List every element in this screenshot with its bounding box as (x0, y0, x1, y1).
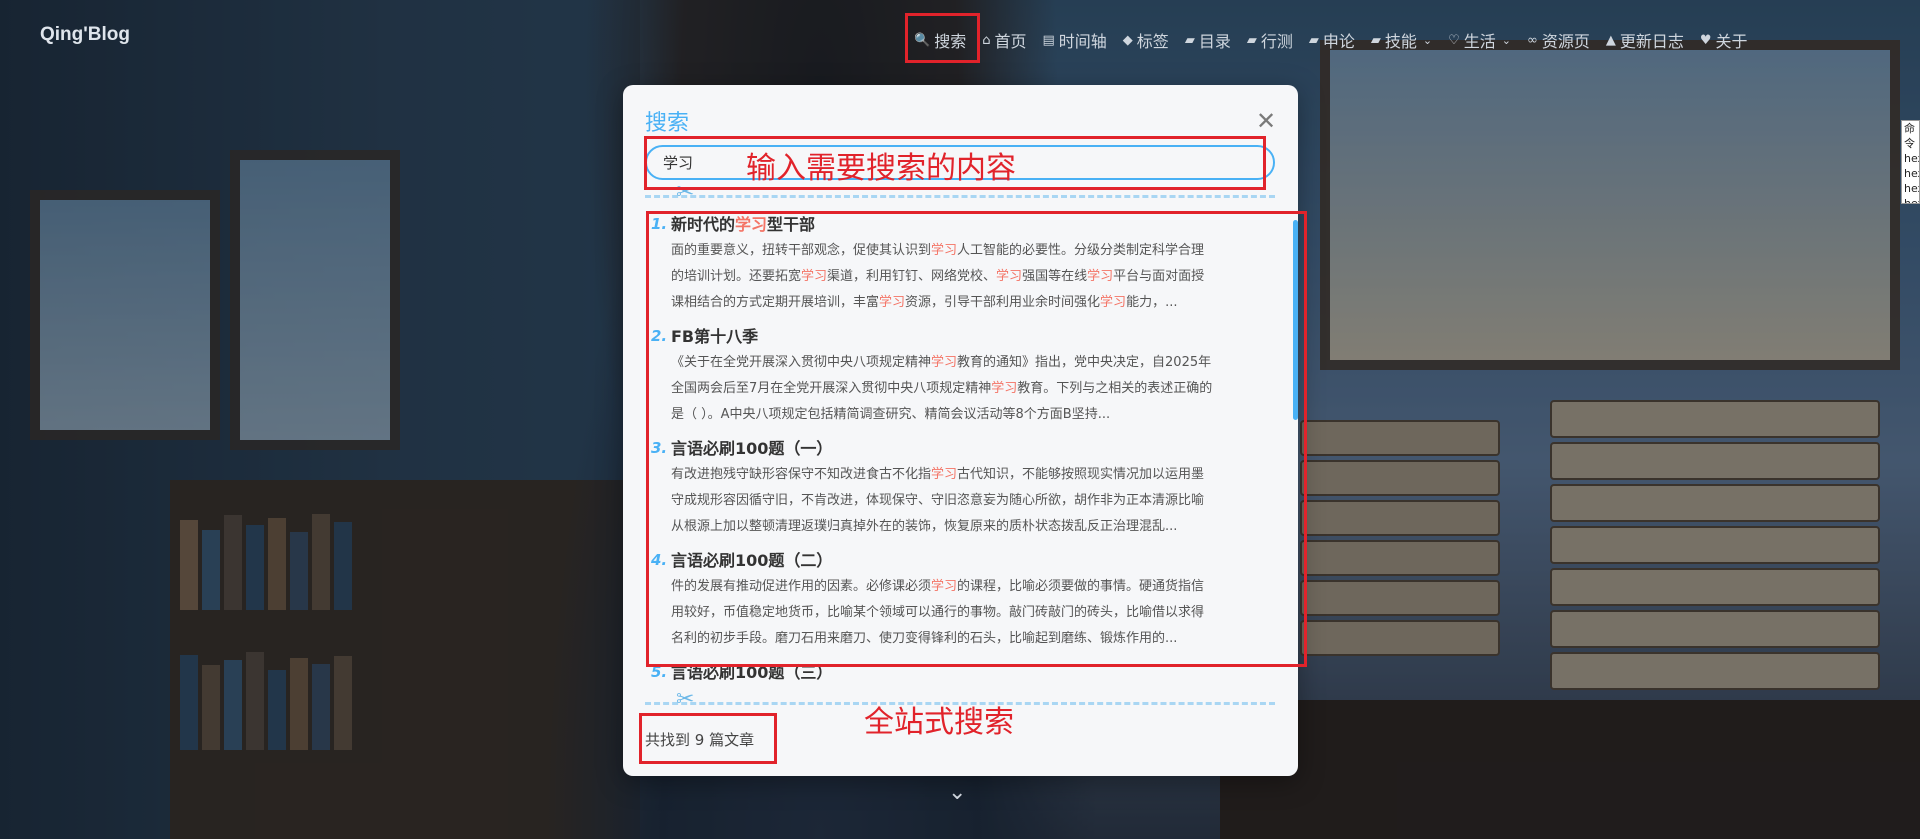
nav-item-5[interactable]: ▰ 行测 (1239, 22, 1301, 58)
folder-icon: ▰ (1370, 32, 1381, 48)
annotation-input-hint: 输入需要搜索的内容 (746, 151, 1016, 186)
heart-icon: ♥ (1699, 32, 1712, 48)
nav-item-2[interactable]: ▤ 时间轴 (1034, 22, 1114, 58)
side-panel-line: hex (1904, 152, 1919, 165)
search-highlight-box (905, 13, 980, 63)
folder-icon: ▰ (1184, 32, 1195, 48)
nav-item-label: 首页 (994, 32, 1027, 51)
nav-item-label: 申论 (1322, 32, 1355, 51)
side-panel-line: 命令 (1904, 122, 1915, 150)
chevron-down-icon: ⌄ (1422, 33, 1433, 47)
close-icon[interactable]: ✕ (1256, 109, 1276, 133)
search-modal-title: 搜索 (645, 111, 690, 136)
side-debug-panel: 命令 hex hex hex hex (1901, 120, 1920, 204)
side-panel-line: hex (1904, 182, 1919, 195)
nav-item-label: 资源页 (1541, 32, 1590, 51)
nav-item-label: 时间轴 (1058, 32, 1107, 51)
nav-item-11[interactable]: ♥ 关于 (1692, 22, 1756, 58)
home-icon: ⌂ (982, 32, 991, 48)
nav-item-8[interactable]: ♡ 生活 ⌄ (1440, 22, 1519, 58)
link-icon: ∞ (1526, 32, 1538, 48)
nav-item-3[interactable]: ◆ 标签 (1115, 22, 1177, 58)
nav-item-1[interactable]: ⌂ 首页 (974, 22, 1034, 58)
divider (645, 195, 1275, 198)
side-panel-line: hex (1904, 167, 1919, 180)
side-panel-line: hex (1904, 197, 1919, 204)
annotation-box-results (646, 211, 1307, 667)
tag-icon: ◆ (1122, 32, 1133, 48)
bell-icon: ▲ (1605, 32, 1616, 48)
nav-item-9[interactable]: ∞ 资源页 (1519, 22, 1598, 58)
site-brand[interactable]: Qing'Blog (40, 24, 130, 46)
chevron-down-icon: ⌄ (1501, 33, 1511, 47)
nav-item-4[interactable]: ▰ 目录 (1177, 22, 1239, 58)
folder-icon: ▰ (1246, 32, 1257, 48)
top-nav: 🔍 搜索 ⌂ 首页 ▤ 时间轴 ◆ 标签 ▰ 目录 ▰ 行测 ▰ 申论 ▰ 技能 ⌄ ♡ 生活 ⌄ ∞ 资源页 ▲ 更新日志 ♥… (906, 22, 1756, 58)
annotation-box-total (639, 713, 777, 764)
nav-item-6[interactable]: ▰ 申论 (1301, 22, 1363, 58)
folder-icon: ▰ (1308, 32, 1319, 48)
nav-item-label: 关于 (1715, 32, 1748, 51)
nav-item-10[interactable]: ▲ 更新日志 (1598, 22, 1692, 58)
scroll-down-icon[interactable]: ⌄ (948, 780, 966, 805)
nav-item-label: 目录 (1198, 32, 1231, 51)
nav-item-label: 更新日志 (1619, 32, 1684, 51)
nav-item-label: 标签 (1136, 32, 1169, 51)
nav-item-7[interactable]: ▰ 技能 ⌄ (1363, 22, 1440, 58)
archive-icon: ▤ (1042, 32, 1055, 48)
annotation-site-search: 全站式搜索 (864, 705, 1014, 740)
scissors-icon: ✂ (676, 687, 695, 712)
heartbeat-icon: ♡ (1448, 32, 1460, 48)
nav-item-label: 生活 (1463, 32, 1496, 51)
nav-item-label: 行测 (1260, 32, 1293, 51)
nav-item-label: 技能 (1384, 32, 1417, 51)
